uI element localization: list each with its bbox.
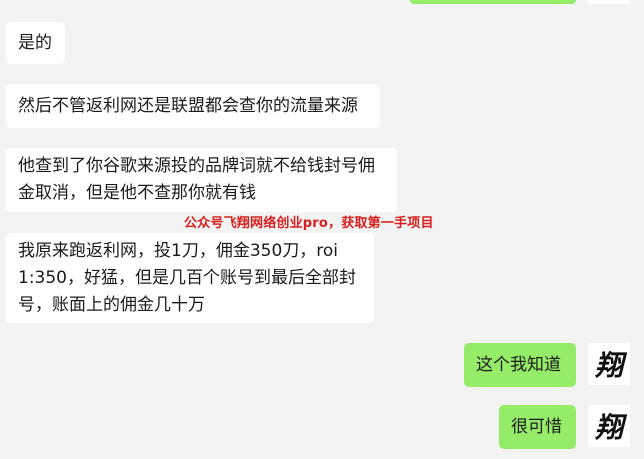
message-text-line: 1:350，好猛，但是几百个账号到最后全部封: [18, 268, 356, 288]
message-bubble-outgoing[interactable]: 很可惜: [499, 405, 576, 449]
user-avatar-icon[interactable]: 翔: [588, 343, 630, 385]
partial-outgoing-bubble[interactable]: [410, 0, 576, 4]
message-bubble-incoming[interactable]: 是的: [6, 22, 65, 64]
chat-area: 是的 然后不管返利网还是联盟都会查你的流量来源 他查到了你谷歌来源投的品牌词就不…: [0, 0, 644, 459]
message-text: 然后不管返利网还是联盟都会查你的流量来源: [18, 95, 358, 116]
message-text-line: 号，账面上的佣金几十万: [18, 295, 205, 315]
message-bubble-incoming[interactable]: 然后不管返利网还是联盟都会查你的流量来源: [6, 84, 380, 128]
message-text: 这个我知道: [476, 354, 561, 375]
message-bubble-incoming[interactable]: 他查到了你谷歌来源投的品牌词就不给钱封号佣 金取消，但是他不查那你就有钱: [6, 148, 397, 212]
message-text-line: 金取消，但是他不查那你就有钱: [18, 183, 256, 203]
message-text-line: 我原来跑返利网，投1刀，佣金350刀，roi: [18, 241, 339, 261]
avatar-glyph: 翔: [594, 349, 623, 382]
message-text: 是的: [18, 32, 52, 53]
message-text-line: 他查到了你谷歌来源投的品牌词就不给钱封号佣: [18, 156, 375, 176]
watermark-text: 公众号飞翔网络创业pro，获取第一手项目: [184, 216, 434, 231]
user-avatar-icon[interactable]: 翔: [588, 405, 630, 447]
message-bubble-incoming[interactable]: 我原来跑返利网，投1刀，佣金350刀，roi 1:350，好猛，但是几百个账号到…: [6, 233, 374, 323]
message-text: 很可惜: [511, 416, 562, 437]
partial-avatar[interactable]: [588, 0, 630, 4]
message-bubble-outgoing[interactable]: 这个我知道: [464, 343, 576, 387]
avatar-glyph: 翔: [594, 411, 623, 444]
